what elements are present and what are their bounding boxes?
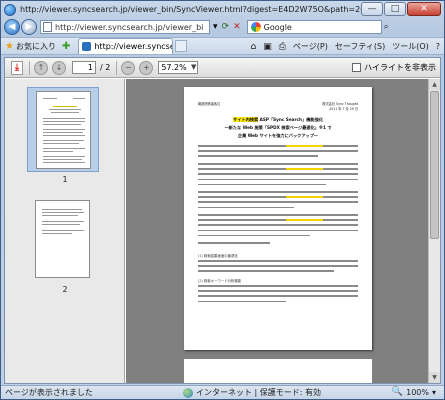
magnifier-icon: 🔍 <box>391 387 404 397</box>
doc-section-1: (1) 検索結果画面の最適化 <box>198 254 238 258</box>
security-zone[interactable]: インターネット | 保護モード: 有効 <box>196 387 321 398</box>
highlight-toggle[interactable]: ハイライトを非表示 <box>352 62 436 73</box>
star-icon: ★ <box>5 40 14 52</box>
document-area: 報道関係者各位 株式会社 Sync Thought 2011 年 7 月 29 … <box>126 79 428 383</box>
status-text: ページが表示されました <box>5 388 93 397</box>
forward-button[interactable]: ▶ <box>21 19 37 35</box>
highlight-checkbox[interactable] <box>352 63 362 72</box>
help-menu[interactable]: ? <box>436 42 440 51</box>
scrollbar-thumb[interactable] <box>430 91 439 239</box>
search-input[interactable]: Google <box>246 20 382 34</box>
thumbnail-label-1: 1 <box>62 175 68 184</box>
dropdown-icon[interactable]: ▾ <box>213 22 218 32</box>
toolbar-separator <box>29 60 30 75</box>
zoom-level: 100% <box>406 387 429 397</box>
safety-menu[interactable]: セーフティ(S) <box>335 41 385 52</box>
tab-page-icon <box>82 42 92 51</box>
zoom-in-icon[interactable]: + <box>139 60 154 75</box>
thumbnail-label-2: 2 <box>62 285 68 294</box>
thumbnail-image <box>35 200 90 278</box>
doc-title-rest: ASP「Sync Search」機能強化 <box>258 117 323 122</box>
address-url: http://viewer.syncsearch.jp/viewer_bi <box>55 22 204 32</box>
chevron-down-icon: ▾ <box>431 387 436 397</box>
scroll-up-icon[interactable]: ▲ <box>429 79 440 90</box>
browser-window: http://viewer.syncsearch.jp/viewer_bin/S… <box>0 0 445 400</box>
pdf-toolbar: ⤓ ↑ ↓ 1 / 2 − + 57.2% ▼ ハイライトを非表示 <box>5 58 440 78</box>
doc-paragraph <box>198 214 358 240</box>
pdf-viewer: ⤓ ↑ ↓ 1 / 2 − + 57.2% ▼ ハイライトを非表示 1 2 報道… <box>4 57 441 384</box>
address-row: ◀ ▶ http://viewer.syncsearch.jp/viewer_b… <box>1 18 444 36</box>
page-icon <box>43 22 52 32</box>
document-page-2 <box>184 359 372 383</box>
favorites-button[interactable]: ★ お気に入り <box>5 41 56 52</box>
scroll-down-icon[interactable]: ▼ <box>429 372 440 383</box>
doc-title-line-1: サイト内検索 ASP「Sync Search」機能強化 <box>184 117 372 123</box>
search-engine-label: Google <box>263 22 292 32</box>
doc-paragraph <box>198 163 358 189</box>
chevron-down-icon: ▼ <box>190 63 197 71</box>
favorites-label: お気に入り <box>15 41 56 51</box>
next-page-icon[interactable]: ↓ <box>52 60 66 75</box>
thumbnail-sidebar: 1 2 <box>5 79 125 383</box>
add-favorite-icon[interactable]: ✚ <box>62 41 70 52</box>
pdf-icon[interactable]: ⤓ <box>11 60 23 75</box>
search-icon[interactable]: ⌕ <box>384 22 389 32</box>
command-bar: ★ お気に入り ✚ http://viewer.syncse... ⌂ ▣ ⎙ … <box>1 37 444 55</box>
page-total: / 2 <box>100 63 111 72</box>
vertical-scrollbar[interactable]: ▲ ▼ <box>428 79 440 383</box>
doc-title-line-2: ～新たな Web 施策「SPDX 検索ページ最適化」※1 で <box>224 125 332 130</box>
prev-page-icon[interactable]: ↑ <box>34 60 48 75</box>
tab-active[interactable]: http://viewer.syncse... <box>78 38 174 54</box>
tab-title: http://viewer.syncse... <box>94 42 172 51</box>
doc-title-highlight: サイト内検索 <box>233 117 259 122</box>
doc-paragraph <box>198 285 358 306</box>
ie-icon <box>4 3 16 16</box>
highlight-label: ハイライトを非表示 <box>364 63 436 72</box>
zoom-out-icon[interactable]: − <box>121 60 136 75</box>
document-page-1: 報道関係者各位 株式会社 Sync Thought 2011 年 7 月 29 … <box>184 87 372 350</box>
maximize-button[interactable]: □ <box>384 2 406 16</box>
title-bar: http://viewer.syncsearch.jp/viewer_bin/S… <box>1 1 444 18</box>
zoom-select[interactable]: 57.2% ▼ <box>158 61 199 74</box>
window-controls: — □ ✕ <box>361 2 441 16</box>
home-icon[interactable]: ⌂ <box>250 42 256 52</box>
address-bar[interactable]: http://viewer.syncsearch.jp/viewer_bi <box>40 20 210 34</box>
google-icon <box>250 22 261 32</box>
doc-section-2: (2) 検索キーワード分析機能 <box>198 279 242 283</box>
feed-icon[interactable]: ▣ <box>263 42 272 52</box>
doc-paragraph <box>198 260 358 276</box>
page-menu[interactable]: ページ(P) <box>293 41 328 52</box>
print-icon[interactable]: ⎙ <box>279 42 286 52</box>
page-number-input[interactable]: 1 <box>72 61 96 74</box>
status-bar: ページが表示されました インターネット | 保護モード: 有効 🔍 100% ▾ <box>1 385 444 399</box>
doc-title-line-3: 企業 Web サイトを強力にバックアップ～ <box>237 133 319 138</box>
thumbnail-image <box>36 91 91 169</box>
thumbnail-page-1[interactable] <box>27 87 99 172</box>
refresh-icon[interactable]: ⟳ <box>222 22 230 32</box>
doc-paragraph <box>198 145 358 161</box>
doc-header-date: 2011 年 7 月 29 日 <box>329 107 358 111</box>
address-controls: ▾ ⟳ ✕ <box>213 22 241 32</box>
window-title: http://viewer.syncsearch.jp/viewer_bin/S… <box>20 5 372 14</box>
back-button[interactable]: ◀ <box>4 19 20 35</box>
zoom-control[interactable]: 🔍 100% ▾ <box>392 387 436 397</box>
tools-menu[interactable]: ツール(O) <box>392 41 429 52</box>
new-tab-button[interactable] <box>175 40 188 52</box>
stop-icon[interactable]: ✕ <box>233 22 241 32</box>
close-button[interactable]: ✕ <box>407 2 441 16</box>
doc-header-left: 報道関係者各位 <box>198 102 221 106</box>
command-menus: ⌂ ▣ ⎙ ページ(P) セーフティ(S) ツール(O) ? <box>250 41 440 52</box>
globe-icon <box>183 387 193 398</box>
thumbnail-page-2[interactable] <box>27 197 99 282</box>
minimize-button[interactable]: — <box>361 2 383 16</box>
doc-paragraph <box>198 242 358 247</box>
doc-paragraph <box>198 191 358 212</box>
zoom-value: 57.2% <box>161 63 187 72</box>
toolbar-separator <box>116 60 118 75</box>
